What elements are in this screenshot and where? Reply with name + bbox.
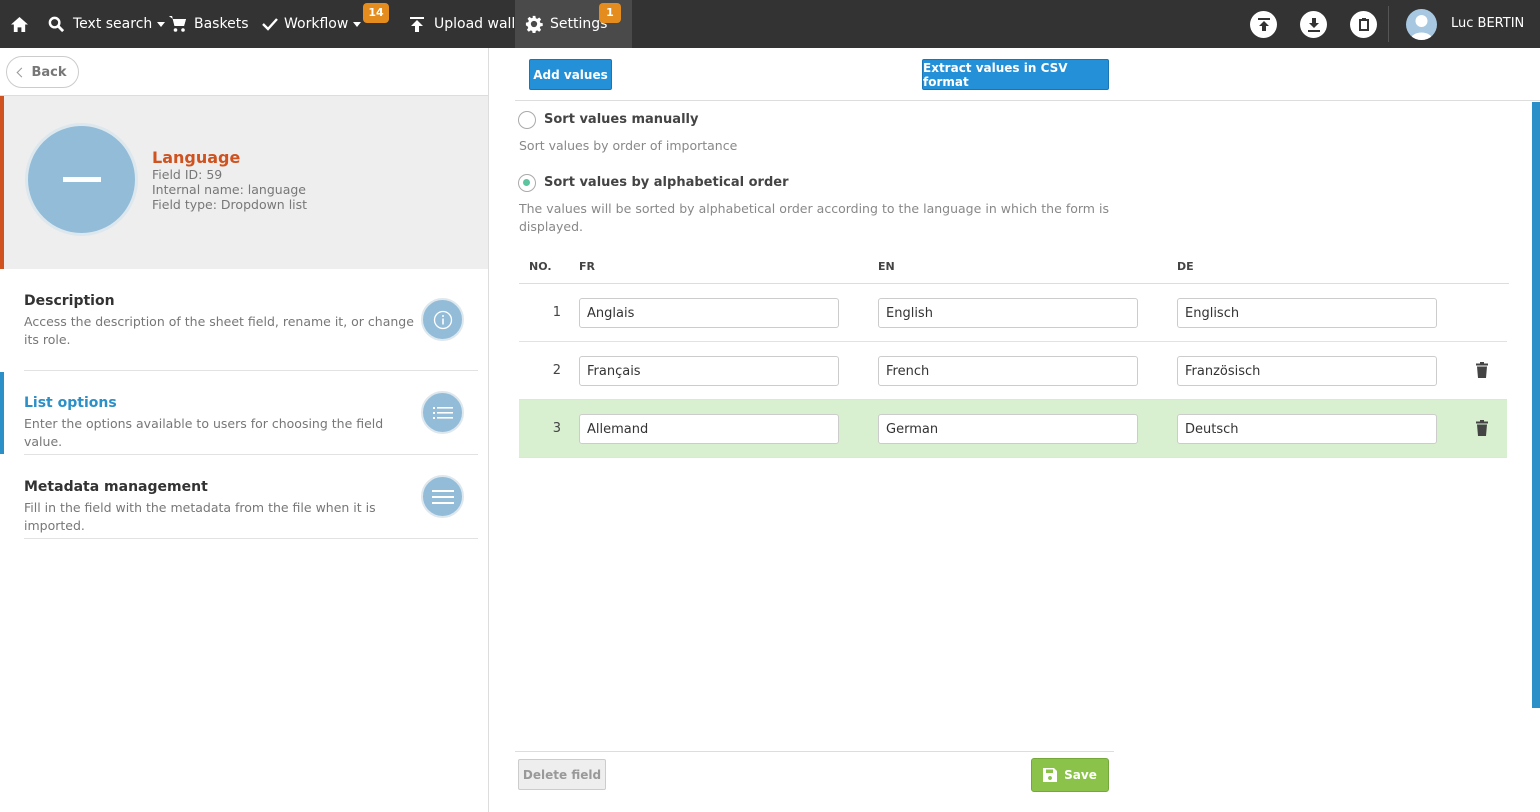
scrollbar[interactable]	[1532, 102, 1540, 708]
field-sidebar: Back Language Field ID: 59 Internal name…	[0, 48, 489, 812]
section-text: Fill in the field with the metadata from…	[24, 500, 376, 533]
back-label: Back	[31, 64, 67, 80]
fr-value-input[interactable]: Anglais	[579, 298, 839, 328]
field-id: Field ID: 59	[152, 167, 223, 182]
en-value-input[interactable]: English	[878, 298, 1138, 328]
column-header-de: DE	[1177, 260, 1194, 273]
fr-value-input[interactable]: Allemand	[579, 414, 839, 444]
user-icon	[1410, 15, 1433, 40]
field-type: Field type: Dropdown list	[152, 197, 308, 212]
baskets-menu[interactable]: Baskets	[168, 0, 248, 48]
sort-alphabetical-help: The values will be sorted by alphabetica…	[519, 201, 1109, 234]
divider	[515, 751, 1114, 752]
en-value-input[interactable]: German	[878, 414, 1138, 444]
toolbar-divider	[1388, 6, 1389, 42]
gear-icon	[525, 15, 543, 33]
text-search-label: Text search	[73, 16, 153, 32]
home-icon	[11, 16, 28, 32]
upload-icon	[410, 16, 424, 32]
section-title: Metadata management	[24, 479, 208, 495]
floppy-disk-icon	[1043, 768, 1058, 782]
sort-manual-radio[interactable]	[518, 111, 536, 129]
table-row: 1 Anglais English Englisch	[519, 284, 1507, 342]
sort-manual-help: Sort values by order of importance	[519, 138, 738, 153]
cart-icon	[169, 16, 186, 32]
sort-alphabetical-radio[interactable]	[518, 174, 536, 192]
de-value-input[interactable]: Englisch	[1177, 298, 1437, 328]
baskets-label: Baskets	[194, 16, 249, 32]
upload-icon	[1257, 17, 1270, 31]
settings-count-badge: 1	[599, 3, 621, 23]
trash-icon[interactable]	[1476, 420, 1488, 436]
workflow-menu[interactable]: Workflow	[262, 0, 362, 48]
section-metadata-management[interactable]: Metadata management Fill in the field wi…	[24, 455, 478, 539]
fr-value-input[interactable]: Français	[579, 356, 839, 386]
sort-manual-label: Sort values manually	[544, 112, 699, 127]
section-text: Enter the options available to users for…	[24, 416, 384, 449]
info-icon	[421, 298, 464, 341]
en-value-input[interactable]: French	[878, 356, 1138, 386]
section-title: Description	[24, 293, 115, 309]
download-button[interactable]	[1300, 11, 1327, 38]
user-menu[interactable]: Luc BERTIN	[1451, 0, 1540, 74]
section-text: Access the description of the sheet fiel…	[24, 314, 414, 347]
chevron-down-icon	[1459, 69, 1467, 74]
section-title: List options	[24, 395, 117, 411]
user-name: Luc BERTIN	[1451, 16, 1525, 31]
row-number: 1	[552, 305, 561, 320]
menu-lines-icon	[421, 475, 464, 518]
avatar[interactable]	[1406, 9, 1437, 40]
field-internal-name: Internal name: language	[152, 182, 306, 197]
upload-wall-label: Upload wall	[434, 16, 516, 32]
back-button[interactable]: Back	[6, 56, 79, 88]
upload-wall-button[interactable]: Upload wall	[409, 0, 515, 48]
table-row: 2 Français French Französisch	[519, 342, 1507, 400]
row-number: 2	[552, 363, 561, 378]
download-icon	[1307, 17, 1320, 32]
save-label: Save	[1064, 768, 1097, 782]
chevron-left-icon	[17, 67, 27, 77]
home-button[interactable]	[10, 0, 29, 48]
dropdown-field-icon	[25, 123, 138, 236]
save-button[interactable]: Save	[1031, 758, 1109, 792]
de-value-input[interactable]: Deutsch	[1177, 414, 1437, 444]
section-list-options[interactable]: List options Enter the options available…	[24, 371, 478, 455]
text-search-menu[interactable]: Text search	[48, 0, 166, 48]
sort-alphabetical-label: Sort values by alphabetical order	[544, 175, 789, 190]
export-button[interactable]	[1250, 11, 1277, 38]
clipboard-icon	[1358, 18, 1369, 31]
section-description[interactable]: Description Access the description of th…	[24, 281, 478, 371]
chevron-down-icon	[353, 21, 362, 27]
field-name: Language	[152, 148, 241, 167]
add-values-button[interactable]: Add values	[529, 59, 612, 90]
workflow-count-badge: 14	[363, 3, 389, 23]
de-value-input[interactable]: Französisch	[1177, 356, 1437, 386]
column-header-fr: FR	[579, 260, 595, 273]
chevron-down-icon	[157, 21, 166, 27]
list-icon	[421, 391, 464, 434]
column-header-no: NO.	[529, 260, 552, 273]
extract-csv-button[interactable]: Extract values in CSV format	[922, 59, 1109, 90]
row-number: 3	[552, 421, 561, 436]
divider	[515, 100, 1540, 101]
table-row: 3 Allemand German Deutsch	[519, 400, 1507, 458]
clipboard-button[interactable]	[1350, 11, 1377, 38]
checkmark-icon	[262, 18, 278, 31]
trash-icon[interactable]	[1476, 362, 1488, 378]
search-icon	[48, 16, 65, 32]
field-summary-card: Language Field ID: 59 Internal name: lan…	[0, 96, 488, 269]
delete-field-button[interactable]: Delete field	[518, 759, 606, 790]
workflow-label: Workflow	[284, 16, 349, 32]
column-header-en: EN	[878, 260, 895, 273]
active-section-indicator	[0, 372, 4, 454]
top-navigation-bar: Text search Baskets Workflow 14 Upload w…	[0, 0, 1540, 74]
